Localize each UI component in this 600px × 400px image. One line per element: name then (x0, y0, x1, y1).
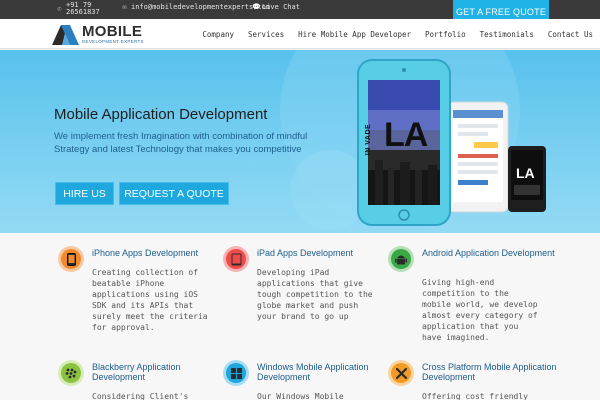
hire-us-button[interactable]: HIRE US (55, 182, 114, 205)
service-icon-ring (58, 360, 84, 386)
phone-line-2: 26561837 (66, 8, 100, 16)
request-quote-button[interactable]: REQUEST A QUOTE (119, 182, 229, 205)
live-chat-link[interactable]: 💬 Live Chat (252, 3, 300, 11)
service-title[interactable]: iPad Apps Development (257, 248, 397, 258)
hero-banner: LA LA IN VADE Mobile Application Develop… (0, 50, 600, 233)
header: MOBILE DEVELOPMENT EXPERTS Company Servi… (0, 19, 600, 49)
service-title[interactable]: Windows Mobile Application Development (257, 362, 397, 382)
hero-description: We implement fresh Imagination with comb… (54, 131, 308, 155)
nav-testimonials[interactable]: Testimonials (473, 30, 541, 39)
service-icon-ring (388, 246, 414, 272)
android-icon (395, 255, 407, 264)
service-description: Giving high-end competition to the mobil… (422, 278, 538, 342)
service-title[interactable]: Blackberry Application Development (92, 362, 232, 382)
ipad-icon (231, 253, 241, 265)
contact-phone: ✆ +91 79 26561837 (56, 2, 100, 16)
small-phone-illustration: LA (508, 146, 546, 212)
phone-screen-small-text: IN VADE (365, 123, 373, 156)
service-description: Creating collection of beatable iPhone a… (92, 268, 208, 332)
logo-title: MOBILE (82, 22, 143, 40)
chat-icon: 💬 (252, 2, 261, 11)
nav-company[interactable]: Company (195, 30, 241, 39)
service-icon-ring (223, 360, 249, 386)
site-logo[interactable]: MOBILE DEVELOPMENT EXPERTS (52, 23, 144, 45)
tablet-illustration (447, 101, 509, 213)
email-link[interactable]: info@mobiledevelopmentexperts.com (131, 3, 270, 11)
service-description: Our Windows Mobile (257, 392, 344, 400)
nav-portfolio[interactable]: Portfolio (418, 30, 473, 39)
service-description: Offering cost friendly (422, 392, 528, 400)
logo-mark-icon (52, 25, 79, 45)
phone-screen-big-text: LA (384, 116, 428, 154)
blackberry-icon (65, 368, 77, 378)
svg-text:LA: LA (516, 165, 535, 181)
service-icon-ring (58, 246, 84, 272)
service-description: Considering Client's (92, 392, 189, 400)
service-title[interactable]: Android Application Development (422, 248, 562, 258)
nav-services[interactable]: Services (241, 30, 291, 39)
logo-subtitle: DEVELOPMENT EXPERTS (82, 38, 144, 44)
iphone-icon (66, 252, 76, 266)
mail-icon: ✉ (122, 2, 127, 11)
services-section: iPhone Apps Development Creating collect… (0, 233, 600, 400)
service-icon-ring (388, 360, 414, 386)
cross-platform-icon (395, 367, 407, 379)
service-title[interactable]: iPhone Apps Development (92, 248, 232, 258)
phone-number: +91 79 26561837 (66, 2, 100, 16)
hero-title: Mobile Application Development (54, 106, 268, 123)
windows-icon (230, 367, 242, 379)
service-title[interactable]: Cross Platform Mobile Application Develo… (422, 362, 562, 382)
nav-hire-developer[interactable]: Hire Mobile App Developer (291, 30, 418, 39)
phone-icon: ✆ (57, 4, 62, 13)
main-nav: Company Services Hire Mobile App Develop… (195, 19, 600, 49)
service-icon-ring (223, 246, 249, 272)
live-chat-label[interactable]: Live Chat (262, 3, 300, 11)
contact-email[interactable]: ✉ info@mobiledevelopmentexperts.com (121, 3, 270, 11)
service-description: Developing iPad applications that give t… (257, 268, 373, 321)
nav-contact-us[interactable]: Contact Us (541, 30, 600, 39)
